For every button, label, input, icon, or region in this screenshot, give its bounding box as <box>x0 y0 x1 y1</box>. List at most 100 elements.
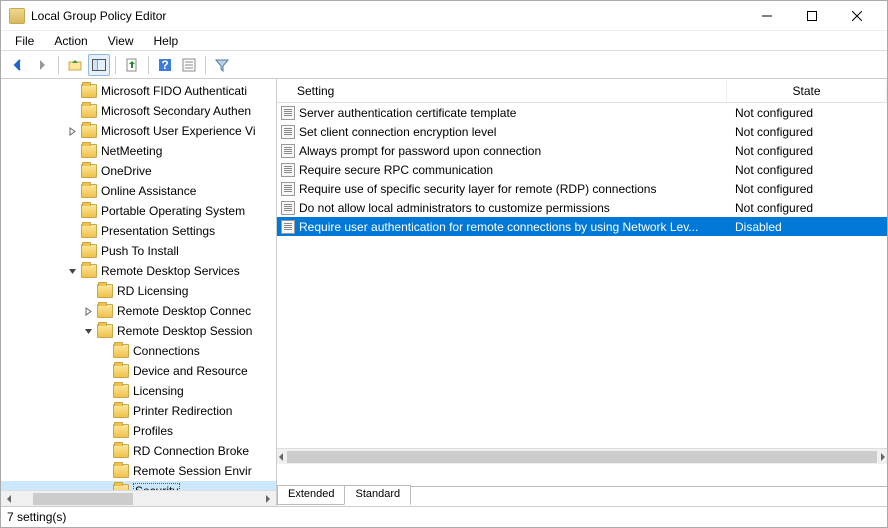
menu-bar: File Action View Help <box>1 31 887 51</box>
expander-placeholder <box>97 364 111 378</box>
expander-placeholder <box>65 244 79 258</box>
expand-icon[interactable] <box>81 304 95 318</box>
folder-icon <box>97 324 113 338</box>
tree-item[interactable]: Remote Desktop Connec <box>1 301 276 321</box>
scroll-left-icon[interactable] <box>277 453 285 461</box>
show-hide-tree-button[interactable] <box>88 54 110 76</box>
tree-item[interactable]: Profiles <box>1 421 276 441</box>
tree-item[interactable]: Portable Operating System <box>1 201 276 221</box>
tree-item-label: RD Connection Broke <box>133 444 249 458</box>
scroll-right-icon[interactable] <box>260 491 276 507</box>
view-tabs: Extended Standard <box>277 485 887 506</box>
tree-item[interactable]: Online Assistance <box>1 181 276 201</box>
menu-help[interactable]: Help <box>144 32 189 50</box>
tree-item[interactable]: Remote Session Envir <box>1 461 276 481</box>
folder-icon <box>113 444 129 458</box>
tree-item[interactable]: Connections <box>1 341 276 361</box>
folder-icon <box>113 464 129 478</box>
tree-horizontal-scrollbar[interactable] <box>1 490 276 506</box>
tree-item[interactable]: NetMeeting <box>1 141 276 161</box>
tree-item[interactable]: Push To Install <box>1 241 276 261</box>
tree-item[interactable]: Remote Desktop Session <box>1 321 276 341</box>
setting-name: Require user authentication for remote c… <box>299 220 698 234</box>
collapse-icon[interactable] <box>81 324 95 338</box>
setting-name: Server authentication certificate templa… <box>299 106 516 120</box>
svg-text:?: ? <box>161 58 168 72</box>
title-bar: Local Group Policy Editor <box>1 1 887 31</box>
tree-item[interactable]: RD Connection Broke <box>1 441 276 461</box>
tree-item[interactable]: RD Licensing <box>1 281 276 301</box>
tree-item[interactable]: Microsoft FIDO Authenticati <box>1 81 276 101</box>
list-row[interactable]: Require user authentication for remote c… <box>277 217 887 236</box>
tree-item[interactable]: Microsoft Secondary Authen <box>1 101 276 121</box>
folder-icon <box>97 304 113 318</box>
filter-button[interactable] <box>211 54 233 76</box>
list-row[interactable]: Always prompt for password upon connecti… <box>277 141 887 160</box>
menu-action[interactable]: Action <box>44 32 97 50</box>
maximize-button[interactable] <box>789 2 834 30</box>
list-row[interactable]: Require use of specific security layer f… <box>277 179 887 198</box>
list-row[interactable]: Set client connection encryption levelNo… <box>277 122 887 141</box>
folder-icon <box>81 264 97 278</box>
folder-icon <box>97 284 113 298</box>
properties-button[interactable] <box>178 54 200 76</box>
scroll-left-icon[interactable] <box>1 491 17 507</box>
tree-item[interactable]: Licensing <box>1 381 276 401</box>
list-row[interactable]: Do not allow local administrators to cus… <box>277 198 887 217</box>
tree-item-label: Microsoft Secondary Authen <box>101 104 251 118</box>
tree-item[interactable]: Security <box>1 481 276 490</box>
settings-list[interactable]: Server authentication certificate templa… <box>277 103 887 236</box>
list-horizontal-scrollbar[interactable] <box>277 448 887 464</box>
tree-item[interactable]: Microsoft User Experience Vi <box>1 121 276 141</box>
setting-state: Not configured <box>727 125 887 139</box>
help-button[interactable]: ? <box>154 54 176 76</box>
close-button[interactable] <box>834 2 879 30</box>
list-row[interactable]: Server authentication certificate templa… <box>277 103 887 122</box>
export-button[interactable] <box>121 54 143 76</box>
toolbar-separator <box>148 56 149 74</box>
tree-item-label: Remote Desktop Session <box>117 324 252 338</box>
tab-standard[interactable]: Standard <box>344 485 411 505</box>
scrollbar-thumb[interactable] <box>287 451 877 463</box>
up-button[interactable] <box>64 54 86 76</box>
expand-icon[interactable] <box>65 124 79 138</box>
forward-button[interactable] <box>31 54 53 76</box>
column-header-state[interactable]: State <box>727 81 887 101</box>
policy-setting-icon <box>281 144 295 158</box>
tree-item[interactable]: Remote Desktop Services <box>1 261 276 281</box>
tree-item-label: Portable Operating System <box>101 204 245 218</box>
tree-item[interactable]: Printer Redirection <box>1 401 276 421</box>
minimize-button[interactable] <box>744 2 789 30</box>
app-icon <box>9 8 25 24</box>
folder-icon <box>81 244 97 258</box>
setting-state: Not configured <box>727 106 887 120</box>
tree-item-label: Presentation Settings <box>101 224 215 238</box>
tab-extended[interactable]: Extended <box>277 485 345 505</box>
nav-tree[interactable]: Microsoft FIDO Authenticati Microsoft Sec… <box>1 79 276 490</box>
tree-item[interactable]: Presentation Settings <box>1 221 276 241</box>
expander-placeholder <box>65 204 79 218</box>
setting-state: Not configured <box>727 201 887 215</box>
status-text: 7 setting(s) <box>7 510 66 524</box>
policy-setting-icon <box>281 201 295 215</box>
tree-item-label: Push To Install <box>101 244 179 258</box>
setting-name: Do not allow local administrators to cus… <box>299 201 610 215</box>
menu-view[interactable]: View <box>98 32 144 50</box>
toolbar-separator <box>205 56 206 74</box>
expander-placeholder <box>65 104 79 118</box>
folder-icon <box>113 364 129 378</box>
setting-name: Require use of specific security layer f… <box>299 182 656 196</box>
tree-item[interactable]: OneDrive <box>1 161 276 181</box>
list-row[interactable]: Require secure RPC communicationNot conf… <box>277 160 887 179</box>
menu-file[interactable]: File <box>5 32 44 50</box>
tree-item-label: Profiles <box>133 424 173 438</box>
scrollbar-thumb[interactable] <box>33 493 133 505</box>
scroll-right-icon[interactable] <box>879 453 887 461</box>
column-header-setting[interactable]: Setting <box>277 81 727 101</box>
back-button[interactable] <box>7 54 29 76</box>
tree-item[interactable]: Device and Resource <box>1 361 276 381</box>
tree-item-label: NetMeeting <box>101 144 162 158</box>
tree-item-label: Security <box>133 483 180 490</box>
collapse-icon[interactable] <box>65 264 79 278</box>
tree-item-label: Remote Session Envir <box>133 464 252 478</box>
